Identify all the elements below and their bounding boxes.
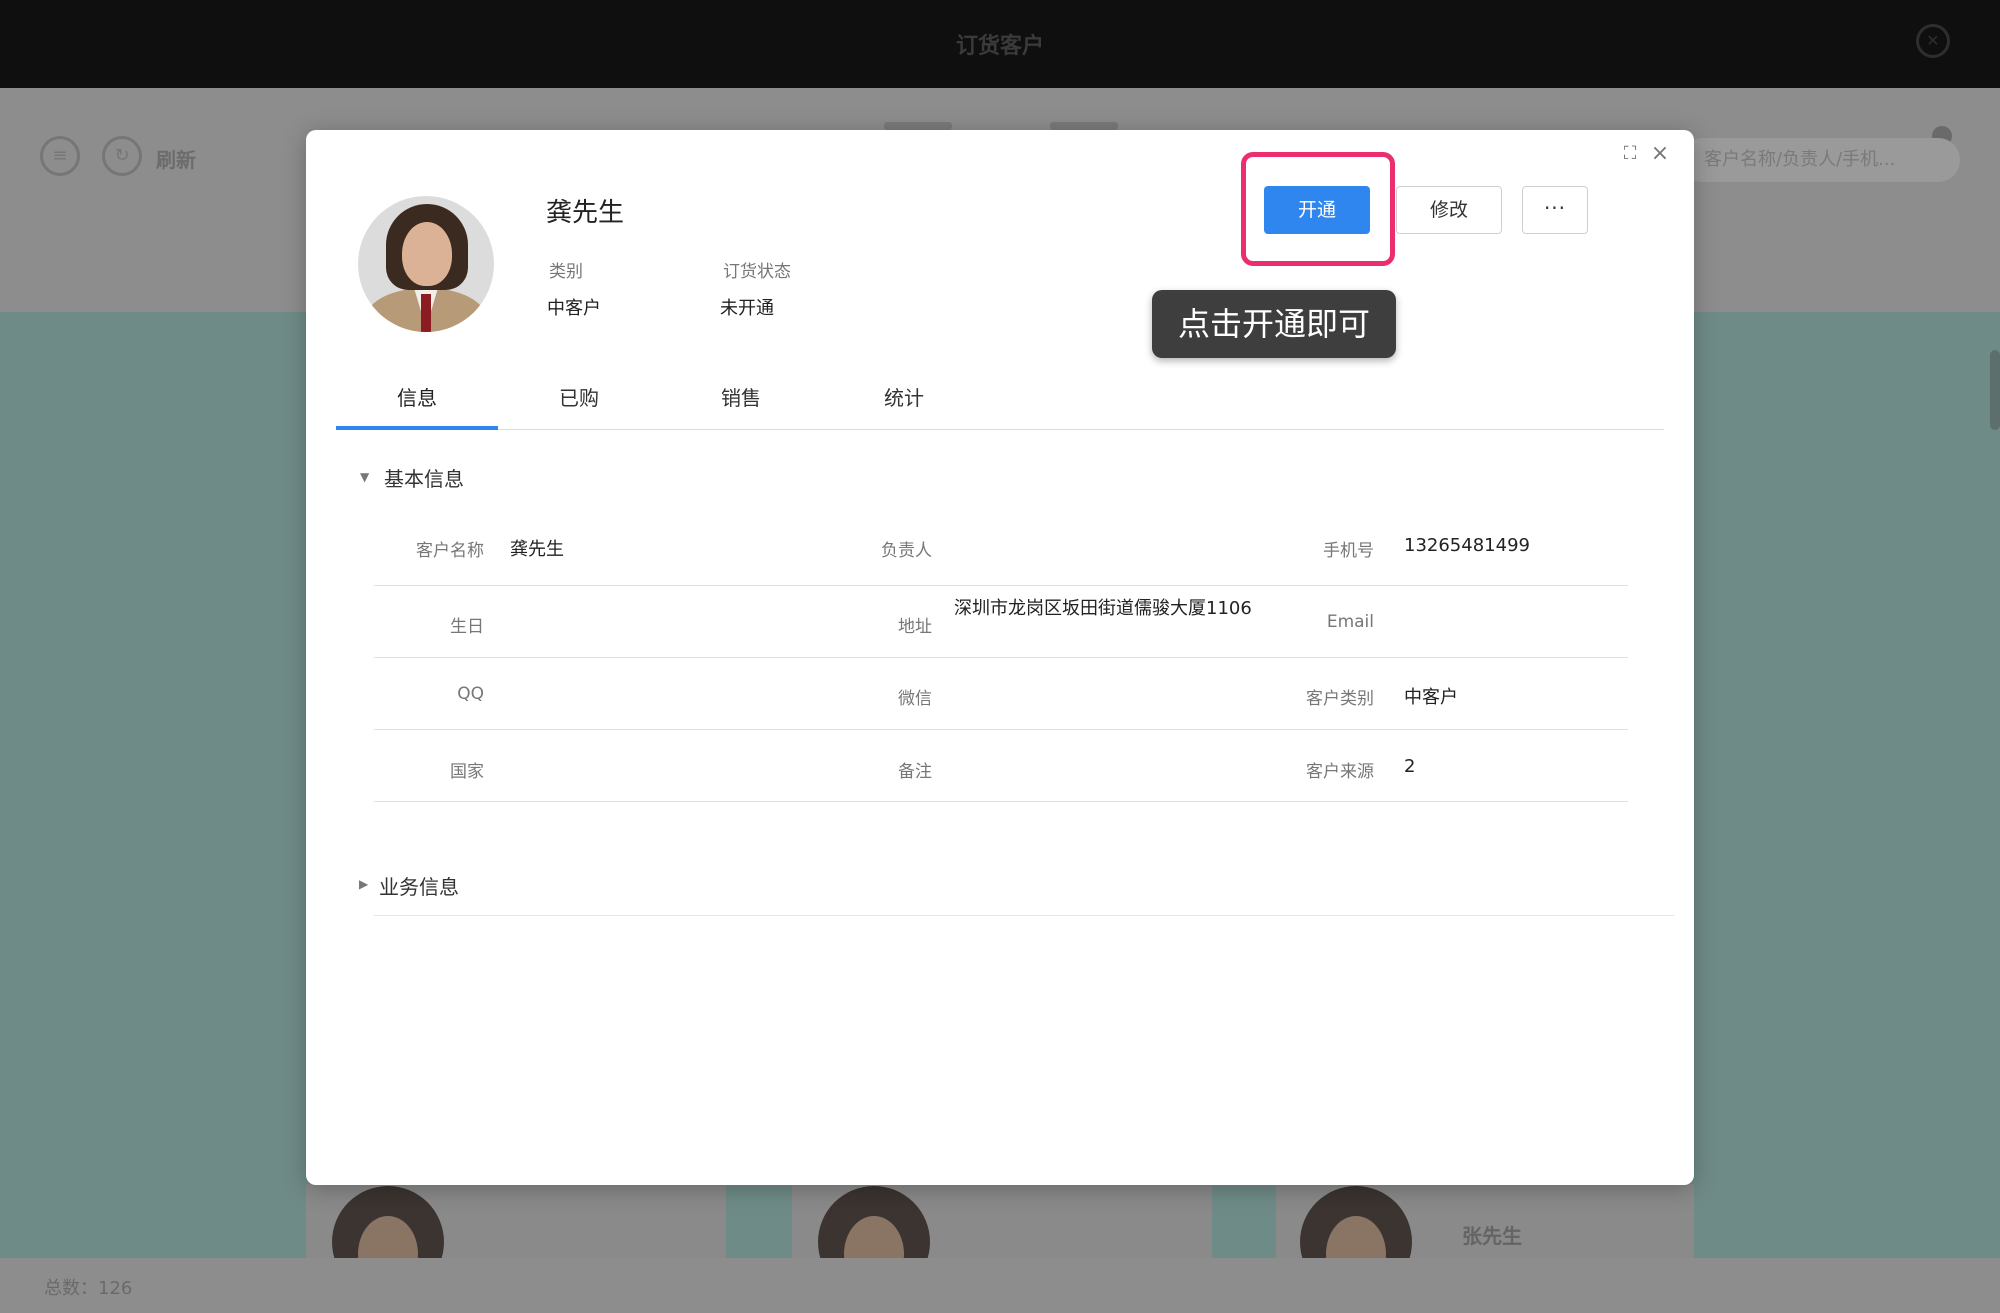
field-label: 负责人: [881, 541, 932, 561]
window-titlebar: 订货客户 ✕: [0, 0, 2000, 88]
window-close-icon[interactable]: ✕: [1916, 24, 1950, 58]
info-row: 国家 备注 客户来源 2: [374, 730, 1628, 802]
field-value: 2: [1404, 756, 1416, 777]
tab-bar: 信息 已购 销售 统计: [336, 380, 1664, 430]
tab-sales[interactable]: 销售: [660, 380, 822, 430]
background-tab[interactable]: [1050, 122, 1118, 130]
caret-down-icon[interactable]: ▼: [360, 470, 369, 484]
field-label: 备注: [898, 762, 932, 782]
field-label: 客户来源: [1306, 762, 1374, 782]
info-row: 客户名称 龚先生 负责人 手机号 13265481499: [374, 514, 1628, 586]
background-footer: 总数：126: [0, 1258, 2000, 1313]
background-tab[interactable]: [884, 122, 952, 130]
field-label: 生日: [450, 617, 484, 637]
field-label: 客户名称: [416, 541, 484, 561]
info-row: 生日 地址 深圳市龙岗区坂田街道儒骏大厦1106 Email: [374, 586, 1628, 658]
field-label: QQ: [457, 684, 484, 704]
field-label: 微信: [898, 689, 932, 709]
background-search-input[interactable]: 客户名称/负责人/手机...: [1680, 138, 1960, 182]
business-info-heading[interactable]: 业务信息: [379, 871, 459, 900]
background-scrollbar[interactable]: [1990, 350, 2000, 430]
customer-name: 龚先生: [546, 198, 625, 228]
customer-detail-modal: ⛶ × 龚先生 类别 中客户 订货状态 未开通 开通 修改 ··· 点击开通即可…: [306, 130, 1694, 1185]
tooltip-hint: 点击开通即可: [1152, 290, 1396, 358]
field-label: 国家: [450, 762, 484, 782]
category-label: 类别: [549, 262, 583, 282]
basic-info-heading[interactable]: 基本信息: [384, 463, 464, 492]
category-value: 中客户: [547, 298, 601, 319]
field-label: 地址: [898, 617, 932, 637]
edit-button[interactable]: 修改: [1396, 186, 1502, 234]
field-value: 龚先生: [510, 539, 564, 560]
field-label: 客户类别: [1306, 689, 1374, 709]
caret-right-icon[interactable]: ▶: [359, 877, 368, 891]
info-row: QQ 微信 客户类别 中客户: [374, 658, 1628, 730]
order-status-label: 订货状态: [723, 262, 791, 282]
fullscreen-icon[interactable]: ⛶: [1618, 142, 1642, 166]
open-button[interactable]: 开通: [1264, 186, 1370, 234]
close-icon[interactable]: ×: [1648, 142, 1672, 166]
total-count: 总数：126: [44, 1278, 133, 1299]
menu-icon[interactable]: ≡: [40, 136, 80, 176]
field-label: 手机号: [1323, 541, 1374, 561]
refresh-icon[interactable]: ↻: [102, 136, 142, 176]
field-value: 13265481499: [1404, 535, 1530, 556]
tab-statistics[interactable]: 统计: [823, 380, 985, 430]
tab-info[interactable]: 信息: [336, 380, 498, 430]
section-divider: [374, 915, 1674, 916]
background-card-name: 张先生: [1462, 1224, 1522, 1248]
more-button[interactable]: ···: [1522, 186, 1588, 234]
field-value: 中客户: [1404, 687, 1458, 708]
window-title: 订货客户: [955, 34, 1044, 59]
field-label: Email: [1326, 612, 1374, 632]
tab-purchased[interactable]: 已购: [498, 380, 660, 430]
order-status-value: 未开通: [720, 298, 774, 319]
avatar: [358, 196, 494, 332]
refresh-label[interactable]: 刷新: [156, 144, 196, 173]
